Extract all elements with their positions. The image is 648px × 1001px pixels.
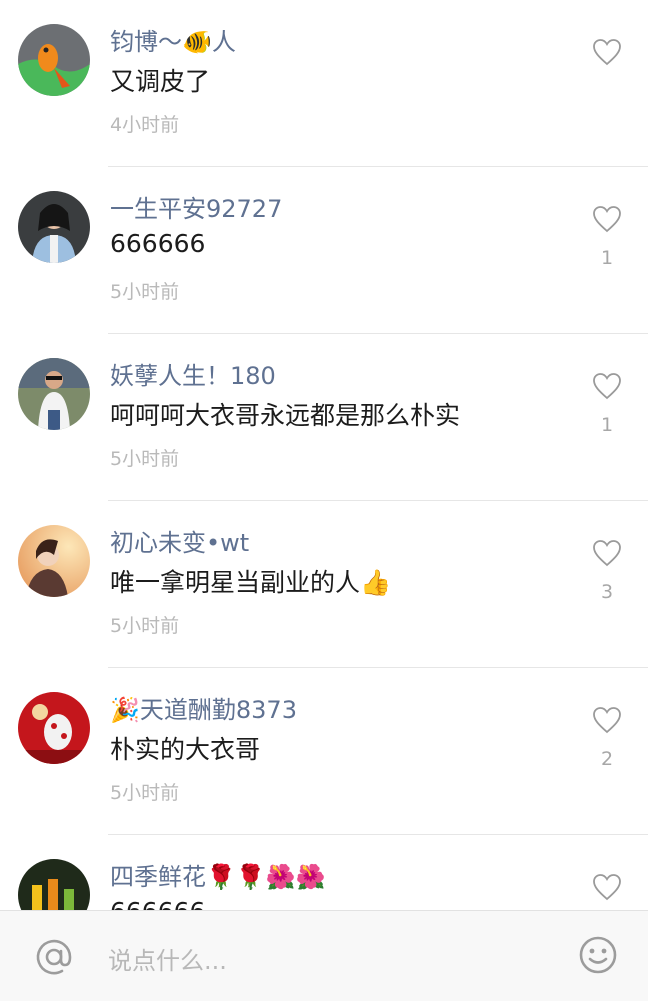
comment-item: 🎉天道酬勤8373 朴实的大衣哥 5小时前 2 (0, 668, 648, 835)
comment-text: 又调皮了 (110, 67, 211, 96)
heart-icon[interactable] (592, 38, 622, 66)
comment-author[interactable]: 钧博～🐠人 (110, 22, 236, 57)
comment-text: 666666 (110, 229, 206, 258)
comment-author[interactable]: 一生平安92727 (110, 189, 282, 224)
avatar[interactable] (18, 358, 90, 430)
comment-author[interactable]: 🎉天道酬勤8373 (110, 690, 297, 725)
comment-author[interactable]: 四季鲜花🌹🌹🌺🌺 (110, 857, 326, 892)
heart-icon[interactable] (592, 706, 622, 734)
like-count: 3 (600, 581, 614, 603)
comment-input-bar: 说点什么... (0, 910, 648, 1001)
comment-list: 钧博～🐠人 又调皮了 4小时前 一生平安92727 666666 5小时前 1 (0, 0, 648, 910)
comment-item: 四季鲜花🌹🌹🌺🌺 666666 (0, 835, 648, 910)
at-mention-icon[interactable] (34, 937, 74, 977)
avatar[interactable] (18, 191, 90, 263)
comment-time: 5小时前 (110, 782, 180, 804)
avatar[interactable] (18, 24, 90, 96)
comment-input[interactable]: 说点什么... (108, 941, 227, 976)
comment-text: 朴实的大衣哥 (110, 735, 261, 764)
comment-item: 一生平安92727 666666 5小时前 1 (0, 167, 648, 334)
avatar[interactable] (18, 525, 90, 597)
comment-time: 4小时前 (110, 114, 180, 136)
comment-item: 初心未变•wt 唯一拿明星当副业的人👍 5小时前 3 (0, 501, 648, 668)
emoji-icon[interactable] (578, 935, 618, 975)
like-count: 1 (600, 247, 614, 269)
comment-author[interactable]: 初心未变•wt (110, 523, 249, 558)
like-count: 2 (600, 748, 614, 770)
heart-icon[interactable] (592, 205, 622, 233)
comment-item: 钧博～🐠人 又调皮了 4小时前 (0, 0, 648, 167)
comment-time: 5小时前 (110, 281, 180, 303)
avatar[interactable] (18, 692, 90, 764)
comment-time: 5小时前 (110, 448, 180, 470)
comment-item: 妖孽人生！180 呵呵呵大衣哥永远都是那么朴实 5小时前 1 (0, 334, 648, 501)
avatar[interactable] (18, 859, 90, 910)
like-count: 1 (600, 414, 614, 436)
comment-text: 唯一拿明星当副业的人👍 (110, 568, 392, 597)
comment-author[interactable]: 妖孽人生！180 (110, 356, 276, 391)
heart-icon[interactable] (592, 873, 622, 901)
comment-text: 666666 (110, 897, 205, 910)
comment-text: 呵呵呵大衣哥永远都是那么朴实 (110, 401, 461, 430)
heart-icon[interactable] (592, 539, 622, 567)
comment-time: 5小时前 (110, 615, 180, 637)
heart-icon[interactable] (592, 372, 622, 400)
